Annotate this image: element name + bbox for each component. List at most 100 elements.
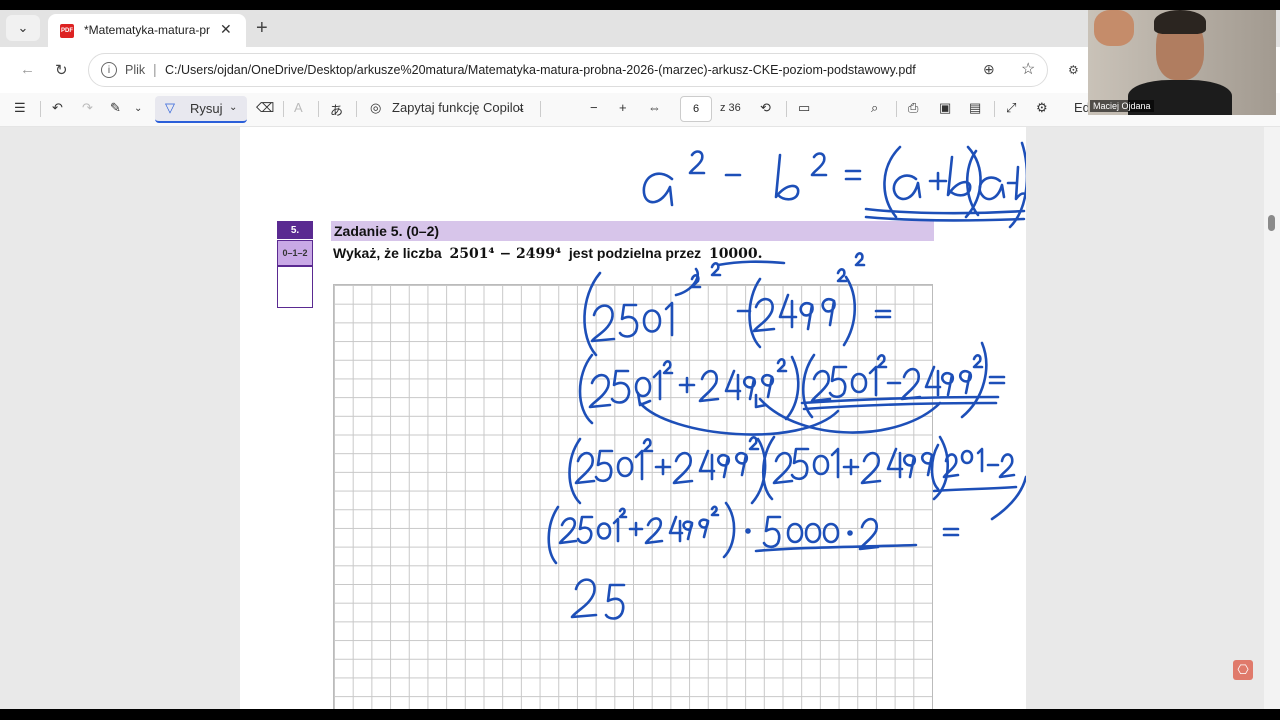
ink-stroke bbox=[874, 309, 892, 319]
ink-stroke bbox=[618, 507, 628, 519]
highlight-icon[interactable]: ✎ bbox=[110, 100, 121, 116]
contents-list-icon[interactable]: ☰ bbox=[14, 100, 26, 116]
address-prefix: Plik bbox=[125, 63, 146, 77]
print-icon[interactable]: ⎙ bbox=[908, 100, 918, 116]
ink-stroke bbox=[988, 375, 1006, 385]
handwritten-annotations bbox=[547, 141, 1026, 620]
undo-icon[interactable]: ↶ bbox=[52, 100, 63, 116]
ink-stroke bbox=[668, 515, 684, 543]
ink-stroke bbox=[662, 360, 674, 375]
ink-stroke bbox=[928, 171, 948, 191]
ink-stroke bbox=[822, 522, 840, 544]
ink-stroke bbox=[590, 304, 616, 343]
vertical-scrollbar[interactable] bbox=[1264, 127, 1280, 709]
ink-stroke bbox=[784, 355, 800, 421]
redo-icon[interactable]: ↷ bbox=[82, 100, 93, 116]
ink-stroke bbox=[618, 303, 639, 338]
save-icon[interactable]: ▣ bbox=[939, 100, 951, 116]
ink-stroke bbox=[610, 369, 631, 404]
ink-stroke bbox=[858, 517, 880, 551]
ink-stroke bbox=[568, 437, 582, 505]
copilot-icon[interactable]: ◎ bbox=[370, 100, 381, 116]
copilot-label[interactable]: Zapytaj funkcję Copilot bbox=[392, 100, 524, 115]
zoom-out-icon[interactable]: − bbox=[590, 100, 598, 115]
webcam-overlay: Maciej Ojdana bbox=[1088, 10, 1276, 115]
ink-stroke bbox=[570, 578, 598, 619]
webcam-name-label: Maciej Ojdana bbox=[1090, 100, 1154, 112]
ink-stroke bbox=[892, 174, 922, 201]
ink-stroke bbox=[710, 262, 722, 277]
ink-stroke bbox=[799, 301, 814, 331]
browser-tab-active[interactable]: PDF *Matematyka-matura-probna-2026-(marz… bbox=[48, 14, 246, 47]
chevron-down-icon: ⌄ bbox=[229, 102, 238, 113]
back-arrow-icon[interactable]: ← bbox=[20, 61, 35, 78]
ink-stroke bbox=[960, 341, 988, 419]
favorite-star-icon[interactable]: ☆ bbox=[1021, 59, 1035, 79]
save-as-icon[interactable]: ▤ bbox=[969, 100, 981, 116]
ink-stroke bbox=[828, 365, 848, 399]
ink-stroke bbox=[942, 527, 960, 537]
close-icon[interactable]: ✕ bbox=[220, 21, 232, 38]
rotate-icon[interactable]: ⟲ bbox=[760, 100, 771, 116]
ink-dot bbox=[745, 528, 751, 534]
refresh-icon[interactable]: ↻ bbox=[55, 61, 68, 79]
search-icon[interactable]: ⌕ bbox=[871, 100, 878, 116]
ink-stroke bbox=[942, 447, 1016, 479]
zoom-icon[interactable]: ⊕ bbox=[983, 61, 995, 78]
new-tab-button[interactable]: + bbox=[256, 17, 268, 40]
ink-stroke bbox=[868, 365, 878, 397]
settings-gear-icon[interactable]: ⚙ bbox=[1036, 100, 1048, 116]
info-icon[interactable]: i bbox=[101, 62, 117, 78]
pdf-viewer[interactable]: 5. 0–1–2 Zadanie 5. (0–2) Wykaż, że licz… bbox=[0, 127, 1280, 709]
ink-stroke bbox=[688, 150, 706, 175]
page-view-icon[interactable]: ▭ bbox=[798, 100, 810, 116]
fullscreen-icon[interactable]: ⤢ bbox=[1006, 100, 1016, 116]
ink-stroke bbox=[778, 293, 798, 329]
url-text[interactable]: C:/Users/ojdan/OneDrive/Desktop/arkusze%… bbox=[165, 63, 916, 77]
chevron-down-icon[interactable]: ⌄ bbox=[517, 103, 525, 114]
eraser-icon[interactable]: ⌫ bbox=[256, 100, 274, 116]
chevron-down-icon[interactable]: ⌄ bbox=[134, 103, 142, 114]
ink-stroke bbox=[902, 453, 917, 479]
zoom-in-icon[interactable]: + bbox=[619, 100, 627, 115]
ink-stroke bbox=[698, 518, 710, 539]
ink-stroke bbox=[634, 449, 644, 481]
address-separator: | bbox=[153, 61, 157, 77]
draw-button[interactable]: ▽ Rysuj ⌄ bbox=[155, 96, 247, 123]
ink-stroke bbox=[654, 458, 672, 476]
ink-stroke bbox=[752, 297, 776, 333]
ink-stroke bbox=[604, 583, 626, 620]
pdf-page[interactable]: 5. 0–1–2 Zadanie 5. (0–2) Wykaż, że licz… bbox=[240, 127, 1026, 709]
ink-stroke bbox=[628, 521, 644, 537]
ink-stroke bbox=[850, 372, 868, 394]
ink-stroke bbox=[958, 369, 973, 395]
extension-icon[interactable]: ⚙ bbox=[1068, 63, 1079, 77]
fit-width-icon[interactable]: ⇔ bbox=[648, 100, 661, 115]
text-tool-icon[interactable]: A bbox=[294, 100, 303, 115]
address-bar[interactable]: i Plik | C:/Users/ojdan/OneDrive/Desktop… bbox=[88, 53, 1048, 87]
chevron-down-icon: ⌄ bbox=[17, 20, 29, 35]
ink-stroke bbox=[596, 522, 612, 540]
ink-stroke bbox=[594, 449, 614, 483]
ink-stroke bbox=[802, 401, 998, 411]
ink-stroke bbox=[642, 438, 654, 453]
ink-stroke bbox=[742, 375, 757, 401]
translate-icon[interactable]: あ bbox=[330, 100, 343, 119]
pdf-file-icon: PDF bbox=[60, 24, 74, 38]
ink-stroke bbox=[836, 268, 848, 283]
ink-stroke bbox=[932, 485, 1018, 493]
page-number-input[interactable]: 6 bbox=[680, 96, 712, 122]
ink-stroke bbox=[642, 172, 674, 207]
ink-stroke bbox=[612, 517, 620, 543]
ink-stroke bbox=[812, 454, 830, 476]
scrollbar-thumb[interactable] bbox=[1268, 215, 1275, 231]
ink-stroke bbox=[864, 215, 1026, 222]
ink-stroke bbox=[558, 517, 578, 545]
ink-stroke bbox=[790, 447, 810, 481]
ink-stroke bbox=[786, 522, 804, 544]
tab-actions-menu[interactable]: ⌄ bbox=[6, 15, 40, 41]
ink-stroke bbox=[678, 376, 696, 394]
ink-stroke bbox=[924, 365, 942, 397]
ink-stroke bbox=[804, 522, 822, 544]
acrobat-icon[interactable]: ⎔ bbox=[1233, 660, 1253, 680]
